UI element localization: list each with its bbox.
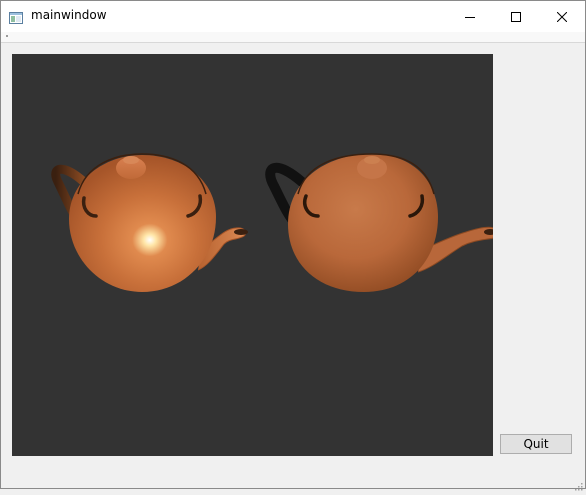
teapot-scene — [51, 153, 493, 292]
close-icon — [557, 11, 567, 22]
opengl-viewport[interactable] — [12, 54, 493, 456]
teapot-left — [51, 153, 248, 292]
main-window: mainwindow Quit — [0, 0, 586, 491]
minimize-icon — [465, 16, 475, 18]
window-title: mainwindow — [31, 8, 107, 22]
close-button[interactable] — [539, 1, 585, 32]
toolbar-handle[interactable] — [6, 35, 8, 37]
minimize-button[interactable] — [447, 1, 493, 32]
maximize-icon — [511, 11, 521, 22]
resize-grip-icon[interactable] — [573, 476, 583, 491]
title-bar[interactable]: mainwindow — [1, 1, 585, 32]
app-window-icon — [9, 9, 23, 24]
maximize-button[interactable] — [493, 1, 539, 32]
teapot-right — [265, 153, 493, 292]
quit-button[interactable]: Quit — [500, 434, 572, 454]
menu-separator — [1, 42, 585, 43]
menu-bar — [1, 32, 585, 42]
